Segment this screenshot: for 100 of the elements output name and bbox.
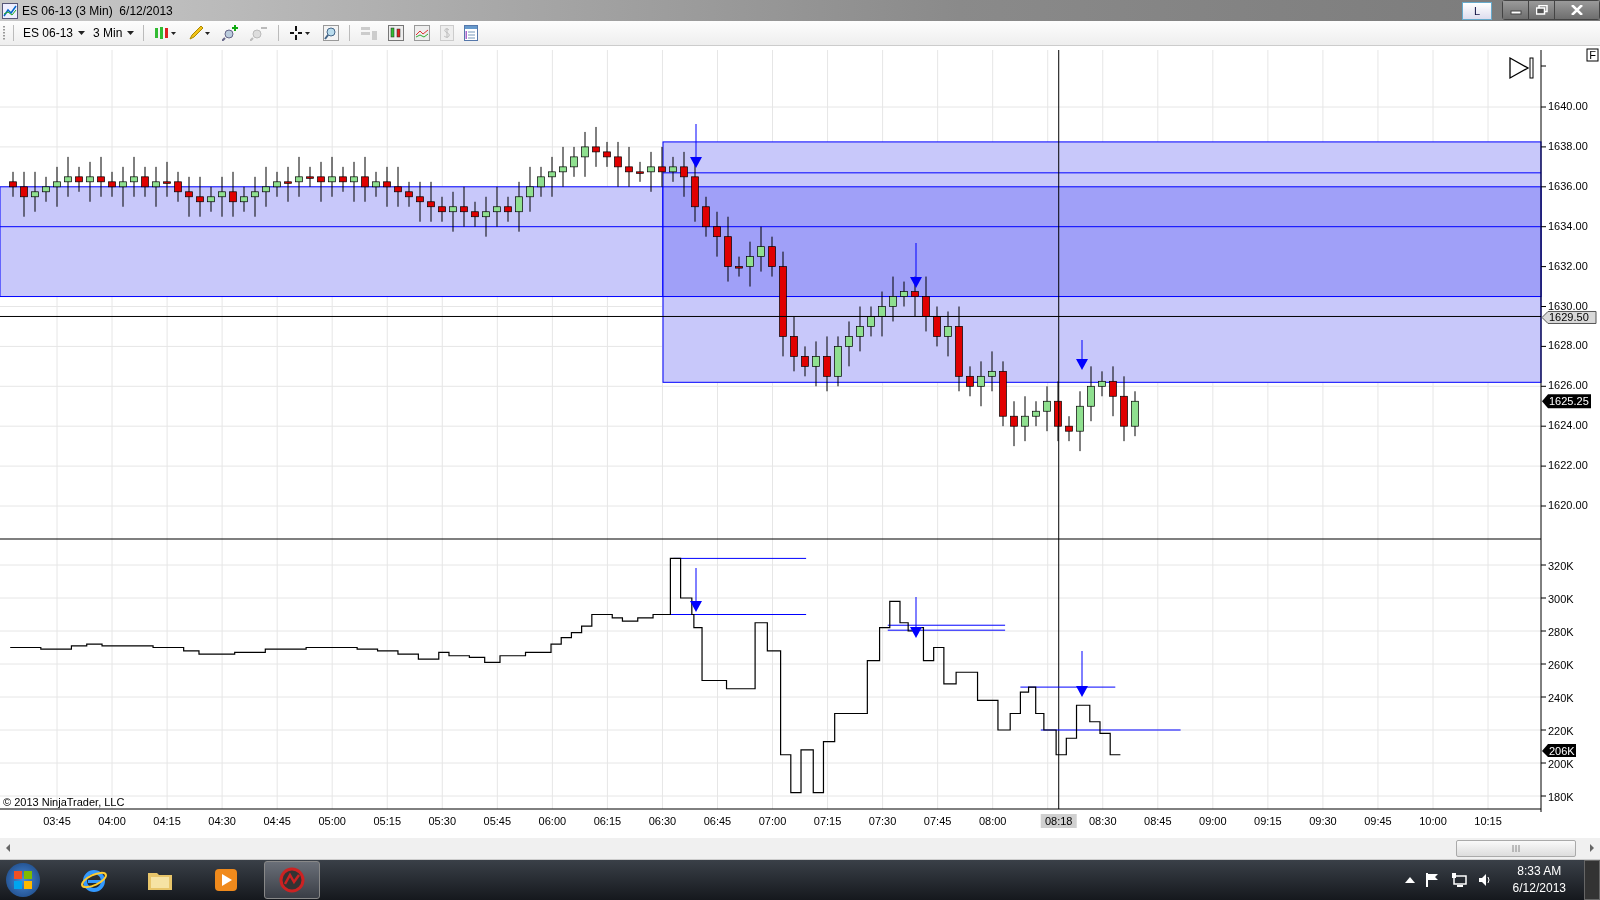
candlestick (944, 310, 952, 357)
axis-label: 05:00 (318, 814, 346, 827)
axis-label: 04:30 (208, 814, 236, 827)
axis-label: 10:00 (1419, 814, 1447, 827)
axis-label: 09:00 (1199, 814, 1227, 827)
signal-arrow (910, 242, 922, 288)
candlestick (1010, 400, 1018, 447)
candlestick (64, 156, 72, 197)
network-icon[interactable] (1450, 872, 1467, 888)
candlestick (218, 176, 226, 217)
candlestick (856, 305, 864, 352)
start-button[interactable] (6, 863, 40, 897)
minimize-button[interactable] (1503, 1, 1529, 19)
axis-label: 07:15 (813, 814, 842, 827)
chart-icon (2, 2, 18, 19)
candlestick (680, 151, 688, 197)
candlestick (889, 275, 897, 322)
axis-label: 08:00 (978, 814, 1007, 827)
candlestick (339, 166, 347, 192)
candlestick (1032, 400, 1040, 427)
axis-label: 180K (1548, 790, 1574, 803)
axis-label: 07:00 (758, 814, 787, 827)
candlestick (1109, 365, 1117, 417)
axis-label: 04:15 (153, 814, 181, 827)
clock[interactable]: 8:33 AM 6/12/2013 (1512, 863, 1566, 897)
restore-icon (1535, 5, 1548, 15)
candlestick (1021, 395, 1029, 442)
go-to-end-icon[interactable] (1509, 56, 1534, 79)
candlestick (438, 195, 446, 222)
candlestick (31, 171, 39, 212)
candlestick (482, 195, 490, 237)
candlestick (812, 340, 820, 387)
restore-button[interactable] (1529, 1, 1555, 19)
candlestick (504, 195, 512, 222)
axis-label: 08:45 (1144, 814, 1172, 827)
caret-icon (78, 31, 86, 35)
instrument-dropdown[interactable]: ES 06-13 (21, 25, 88, 41)
candlestick (922, 275, 930, 332)
axis-label: 1632.00 (1548, 259, 1588, 272)
candlestick (537, 166, 545, 197)
candlestick (163, 161, 171, 197)
axis-label: 240K (1548, 691, 1574, 704)
speaker-icon[interactable] (1476, 872, 1493, 888)
candlestick (966, 365, 974, 397)
axis-label: 1636.00 (1548, 179, 1588, 192)
interval-dropdown[interactable]: 3 Min (91, 25, 137, 41)
axis-label: 300K (1548, 592, 1574, 605)
candlestick (977, 360, 985, 407)
candlestick (284, 166, 292, 202)
candlestick (273, 171, 281, 197)
signal-arrow (910, 596, 922, 638)
candlestick (262, 166, 270, 207)
windows-logo-icon (11, 868, 35, 892)
signal-arrow (690, 567, 702, 612)
candlestick (207, 185, 215, 212)
caret-icon (127, 31, 135, 35)
axis-label: 04:45 (263, 814, 291, 827)
axis-label: 280K (1548, 625, 1574, 638)
candlestick (108, 171, 116, 197)
candlestick (592, 126, 600, 167)
axis-label: 1630.00 (1548, 299, 1588, 312)
candlestick (9, 171, 17, 197)
signal-arrow (690, 123, 702, 168)
axis-label: 200K (1548, 757, 1574, 770)
candlestick (636, 161, 644, 182)
candlestick (394, 166, 402, 207)
candlestick (75, 166, 83, 192)
axis-label: 1638.00 (1548, 139, 1588, 152)
axis-label: 1628.00 (1548, 339, 1588, 352)
candlestick (42, 176, 50, 202)
candlestick (97, 156, 105, 197)
axis-label: 06:15 (593, 814, 622, 827)
candlestick (823, 335, 831, 392)
corner-button[interactable]: F (1586, 48, 1599, 62)
axis-label: 06:00 (538, 814, 567, 827)
show-hidden-icons-icon[interactable] (1404, 877, 1415, 883)
candlestick (724, 215, 732, 282)
axis-label: 08:30 (1089, 814, 1117, 827)
scroll-left-icon[interactable] (4, 843, 12, 854)
close-button[interactable] (1555, 1, 1599, 19)
candlestick (130, 156, 138, 197)
candlestick (460, 185, 468, 227)
candlestick (240, 185, 248, 212)
copyright-text: © 2013 NinjaTrader, LLC (3, 795, 125, 808)
candlestick (702, 195, 710, 237)
candlestick (152, 166, 160, 207)
candlestick (570, 146, 578, 177)
scroll-right-icon[interactable] (1588, 843, 1596, 854)
link-button[interactable]: L (1462, 1, 1492, 20)
axis-label: 260K (1548, 658, 1574, 671)
candlestick (229, 171, 237, 217)
candlestick (801, 345, 809, 377)
flag-icon[interactable] (1424, 872, 1441, 888)
signal-arrow (1076, 339, 1088, 370)
candlestick (20, 171, 28, 217)
price-marker: 1629.50 (1541, 310, 1597, 324)
candlestick (647, 151, 655, 192)
trading-app-button[interactable] (264, 861, 320, 899)
candlestick (1043, 385, 1051, 432)
scrollbar-thumb[interactable] (1456, 839, 1576, 857)
